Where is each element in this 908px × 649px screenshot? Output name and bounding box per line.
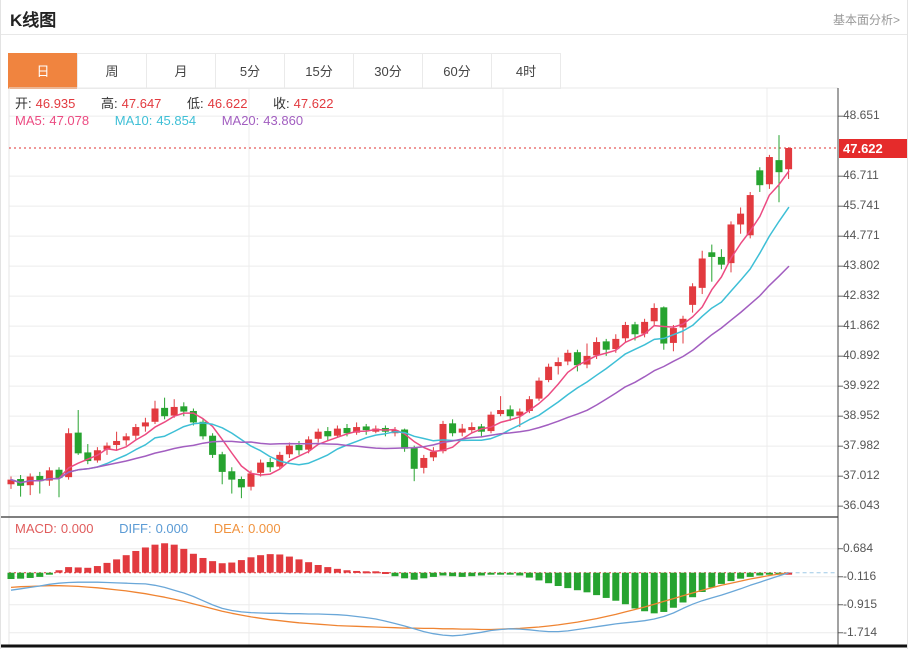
price-axis-label: 37.012: [843, 468, 880, 483]
ma-row: MA5: 47.078 MA10: 45.854 MA20: 43.860: [15, 113, 307, 128]
price-axis-label: 43.802: [843, 258, 880, 273]
price-axis-label: 45.741: [843, 198, 880, 213]
high-value: 47.647: [121, 96, 162, 111]
ma10-value: 45.854: [156, 113, 197, 128]
price-axis-label: 48.651: [843, 108, 880, 123]
diff-value: 0.000: [155, 521, 189, 536]
close-label: 收:: [273, 96, 290, 111]
price-axis-label: 46.711: [843, 168, 879, 183]
macd-axis-label: 0.684: [843, 540, 874, 555]
kline-page: K线图 基本面分析> 日周月 5分 15分 30分 60分 4时 开: 46.935 高: 4…: [0, 0, 908, 649]
dea-value: 0.000: [248, 521, 281, 536]
high-label: 高:: [101, 96, 118, 111]
macd-label: MACD:: [15, 521, 57, 536]
macd-row: MACD: 0.000 DIFF: 0.000 DEA: 0.000: [15, 521, 285, 536]
quote-row: 开: 46.935 高: 47.647 低: 46.622 收: 47.622: [15, 93, 337, 112]
price-axis-label: 40.892: [843, 348, 880, 363]
macd-axis-label: -0.116: [843, 568, 877, 583]
ma20-label: MA20:: [221, 113, 260, 128]
price-axis-label: 44.771: [843, 228, 880, 243]
dea-label: DEA:: [213, 521, 245, 536]
price-axis-label: 41.862: [843, 318, 880, 333]
diff-label: DIFF:: [119, 521, 152, 536]
open-label: 开:: [15, 96, 32, 111]
ma5-label: MA5:: [15, 113, 46, 128]
open-value: 46.935: [35, 96, 76, 111]
close-value: 47.622: [293, 96, 334, 111]
price-axis-label: 38.952: [843, 408, 880, 423]
ma5-value: 47.078: [49, 113, 90, 128]
price-axis-label: 37.982: [843, 438, 880, 453]
ma10-label: MA10:: [114, 113, 153, 128]
low-label: 低:: [187, 96, 204, 111]
price-axis-label: 39.922: [843, 378, 880, 393]
ma20-value: 43.860: [263, 113, 304, 128]
price-axis-label: 36.043: [843, 498, 880, 513]
current-price-tag: 47.622: [839, 138, 907, 158]
macd-axis-label: -1.714: [843, 624, 878, 639]
macd-axis-label: -0.915: [843, 596, 878, 611]
price-axis-label: 42.832: [843, 288, 880, 303]
low-value: 46.622: [207, 96, 248, 111]
macd-value: 0.000: [60, 521, 94, 536]
